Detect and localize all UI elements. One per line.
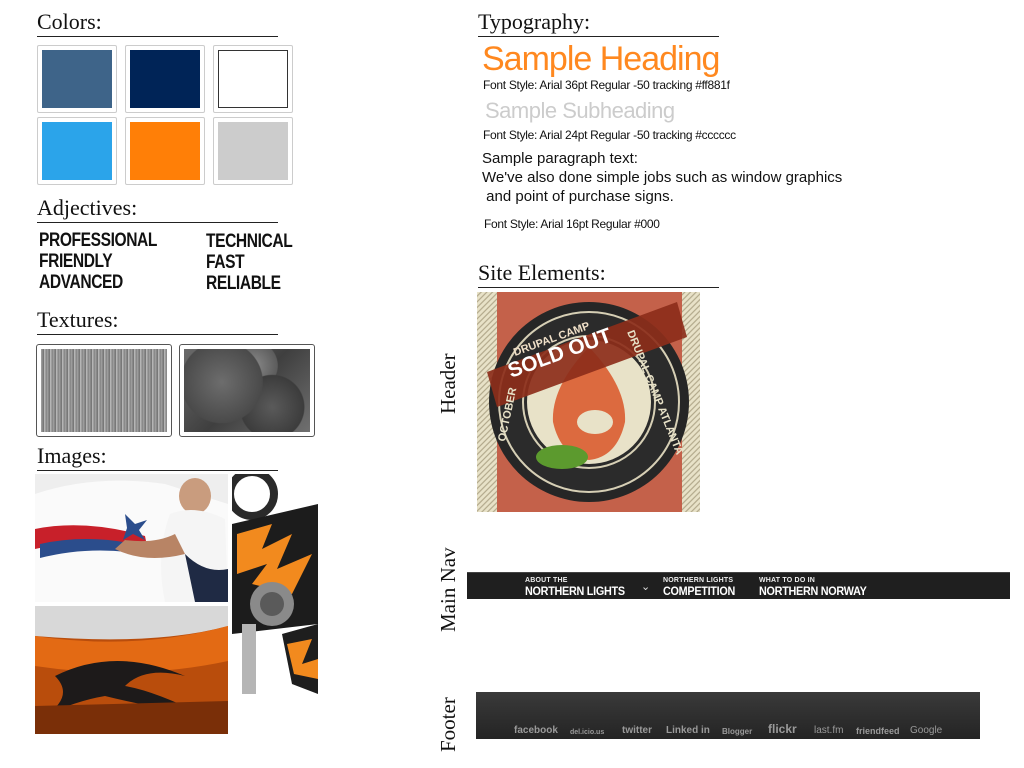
nav-item-competition[interactable]: NORTHERN LIGHTS COMPETITION (663, 577, 743, 598)
adjective-item: TECHNICAL (206, 231, 293, 252)
nav-item-about-northern-lights[interactable]: ABOUT THE NORTHERN LIGHTS (525, 577, 636, 598)
drupal-camp-badge: DRUPAL CAMP SOLD OUT OCTOBER DRUPAL CAMP… (477, 292, 700, 512)
swatch-fill (218, 122, 288, 180)
images-title: Images: (37, 444, 278, 471)
adjective-list-right: TECHNICAL FAST RELIABLE (206, 231, 293, 294)
color-swatch (125, 117, 205, 185)
footer-link-delicious[interactable]: del.icio.us (570, 729, 604, 736)
wood-grain-lines-texture (36, 344, 172, 437)
color-swatch (37, 117, 117, 185)
subheading-font-note: Font Style: Arial 24pt Regular -50 track… (483, 128, 736, 142)
nav-item-main-label: NORTHERN NORWAY (759, 584, 867, 598)
footer-bar: facebook del.icio.us twitter Linked in B… (476, 692, 980, 739)
header-label: Header (436, 353, 460, 414)
orange-car-tribal-decal-photo (35, 606, 228, 734)
paragraph-label: Sample paragraph text: (482, 150, 638, 167)
swatch-fill (130, 122, 200, 180)
color-swatch (37, 45, 117, 113)
color-swatch (125, 45, 205, 113)
color-swatch (213, 45, 293, 113)
footer-link-friendfeed[interactable]: friendfeed (856, 726, 900, 736)
sample-subheading: Sample Subheading (485, 98, 675, 123)
adjective-item: PROFESSIONAL (39, 230, 158, 251)
color-swatch (213, 117, 293, 185)
colors-title: Colors: (37, 10, 278, 37)
chevron-down-icon[interactable]: ⌄ (641, 580, 650, 593)
sample-heading: Sample Heading (482, 40, 720, 78)
main-nav-bar: ABOUT THE NORTHERN LIGHTS ⌄ NORTHERN LIG… (467, 572, 1010, 599)
footer-link-facebook[interactable]: facebook (514, 725, 558, 736)
adjective-item: FAST (206, 252, 245, 273)
adjective-item: FRIENDLY (39, 251, 113, 272)
paragraph-line: We've also done simple jobs such as wind… (482, 169, 843, 186)
nav-item-main-label: COMPETITION (663, 584, 736, 598)
footer-label: Footer (436, 697, 460, 752)
footer-link-blogger[interactable]: Blogger (722, 727, 752, 736)
stone-texture (179, 344, 315, 437)
vehicle-graphics-install-photo (35, 474, 228, 602)
textures-title: Textures: (37, 308, 278, 335)
footer-link-twitter[interactable]: twitter (622, 725, 652, 736)
footer-link-linkedin[interactable]: Linked in (666, 725, 710, 736)
site-elements-title: Site Elements: (478, 261, 719, 288)
swatch-fill (42, 122, 112, 180)
nav-item-northern-norway[interactable]: WHAT TO DO IN NORTHERN NORWAY (759, 577, 879, 598)
swatch-fill (218, 50, 288, 108)
typography-title: Typography: (478, 10, 719, 37)
adjectives-title: Adjectives: (37, 196, 278, 223)
motocross-bike-photo (232, 474, 318, 734)
heading-font-note: Font Style: Arial 36pt Regular -50 track… (483, 78, 730, 92)
swatch-fill (130, 50, 200, 108)
swatch-fill (42, 50, 112, 108)
nav-item-main-label: NORTHERN LIGHTS (525, 584, 625, 598)
adjective-list-left: PROFESSIONAL FRIENDLY ADVANCED (39, 230, 157, 293)
footer-link-lastfm[interactable]: last.fm (814, 725, 843, 736)
footer-link-flickr[interactable]: flickr (768, 722, 797, 736)
footer-link-google[interactable]: Google (910, 725, 942, 736)
paragraph-line: and point of purchase signs. (482, 188, 674, 205)
adjective-item: RELIABLE (206, 273, 281, 294)
paragraph-font-note: Font Style: Arial 16pt Regular #000 (484, 217, 660, 231)
paragraph-sample: Sample paragraph text: We've also done s… (482, 149, 842, 206)
adjective-item: ADVANCED (39, 272, 123, 293)
main-nav-label: Main Nav (436, 547, 460, 632)
